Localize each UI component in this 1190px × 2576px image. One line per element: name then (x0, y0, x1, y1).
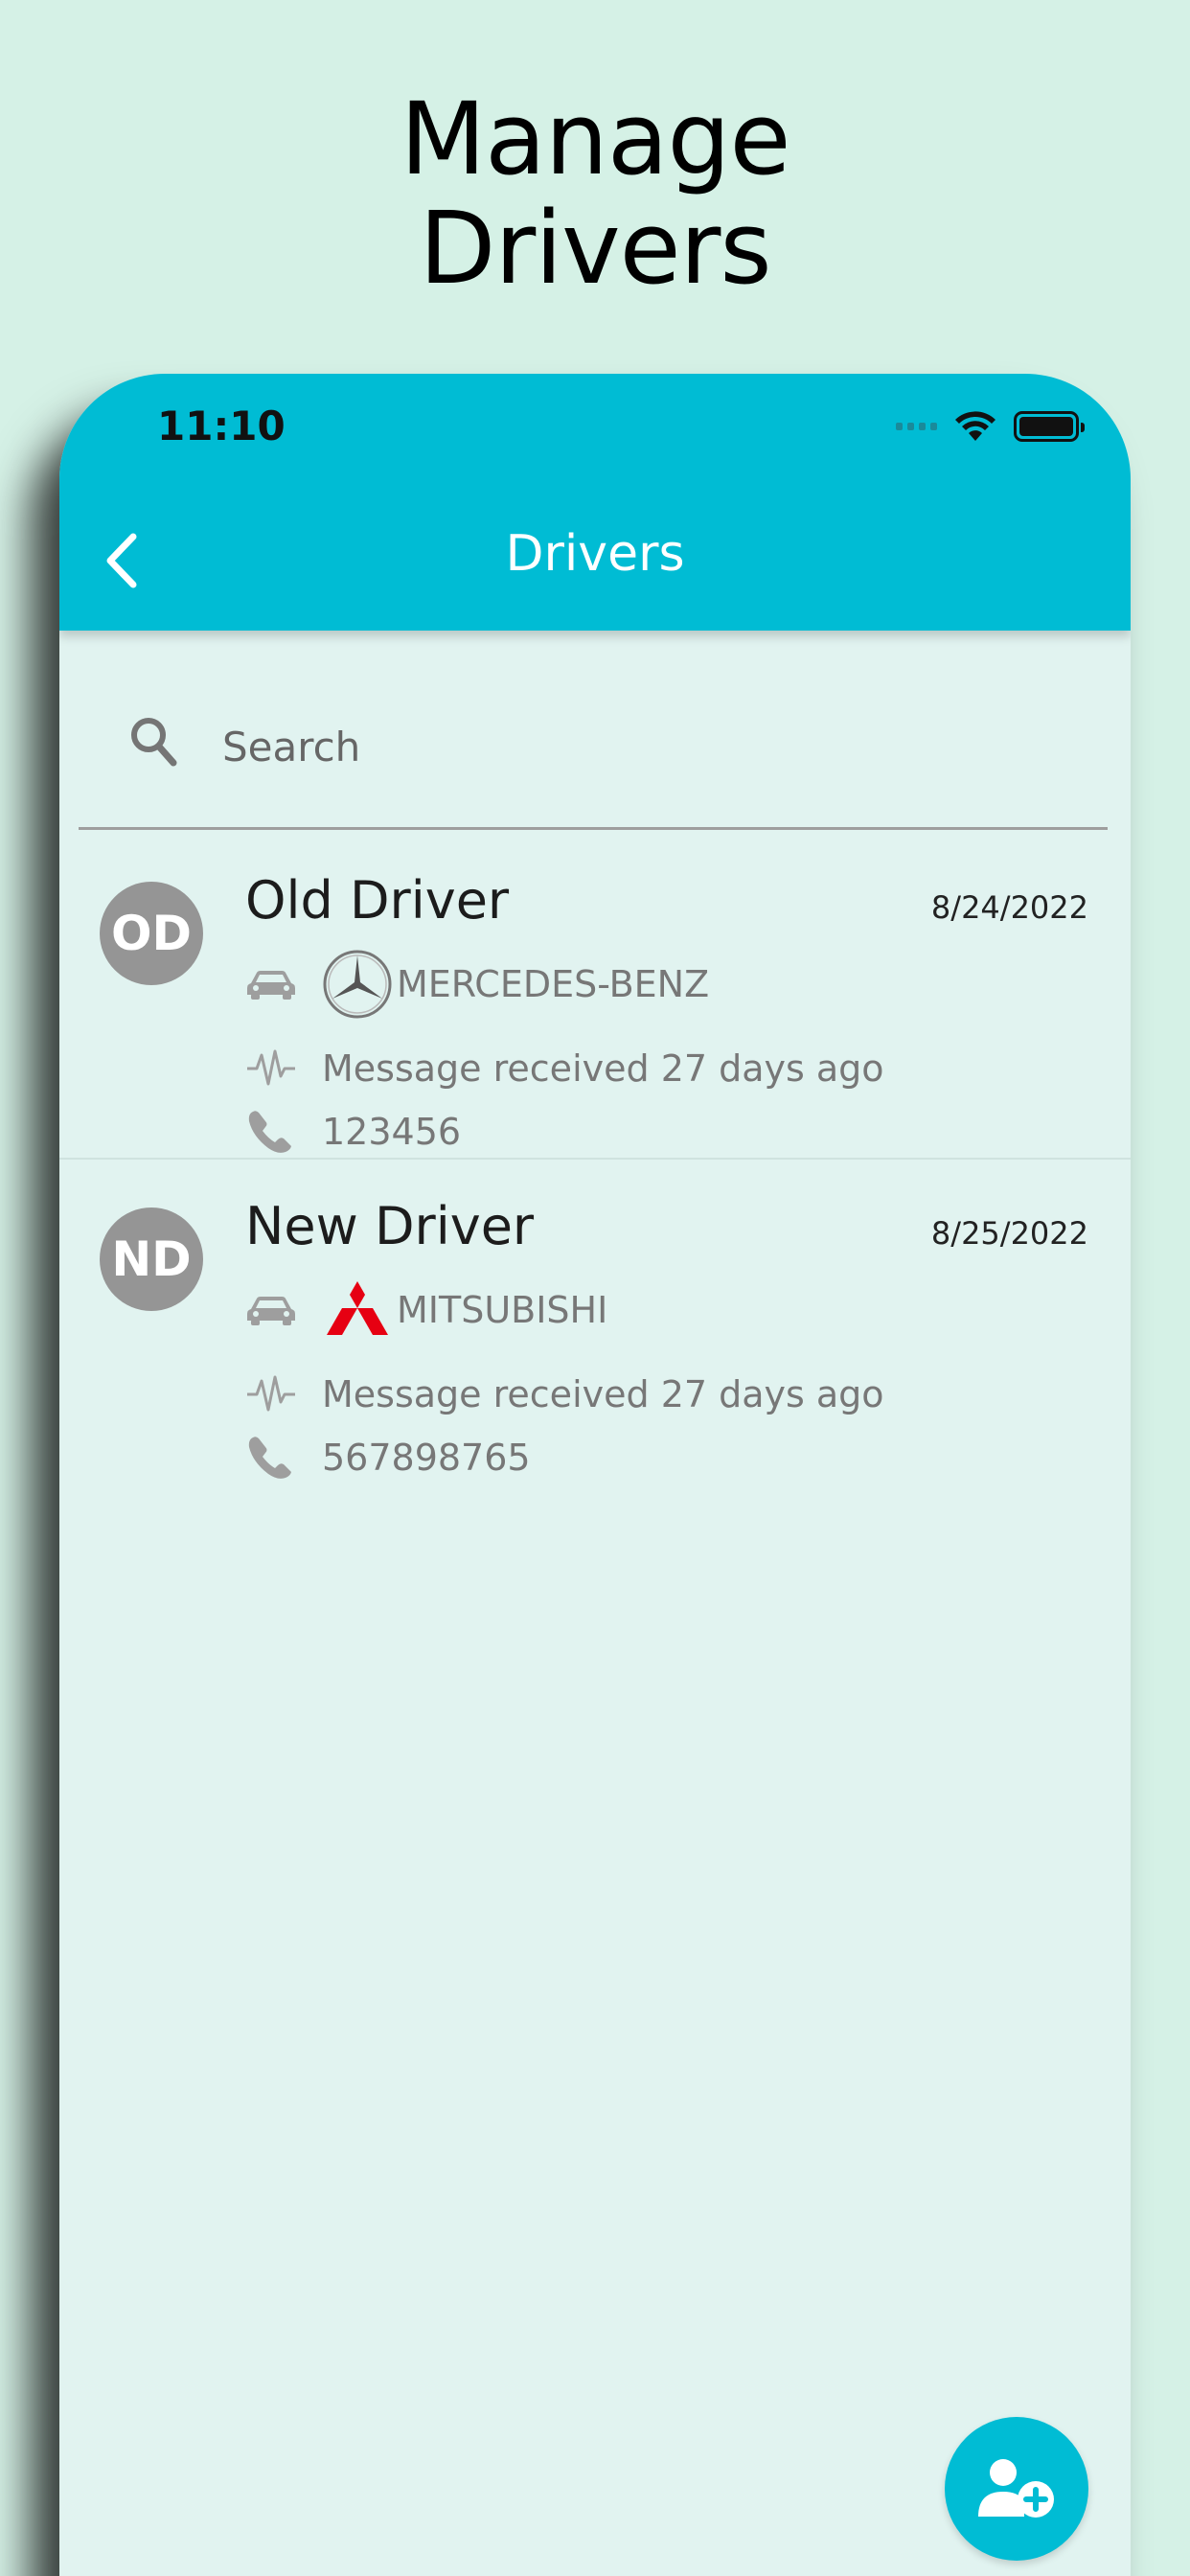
activity-pulse-icon (245, 1045, 301, 1092)
driver-list-item[interactable]: ND New Driver 8/25/2022 MITSUBISHI Messa… (59, 1160, 1131, 1485)
page-title: Drivers (505, 525, 685, 583)
promo-headline: Manage Drivers (0, 84, 1190, 303)
vehicle-brand: MITSUBISHI (397, 1289, 608, 1331)
avatar: OD (100, 882, 203, 985)
battery-icon (1014, 411, 1085, 442)
status-time: 11:10 (157, 402, 286, 449)
mercedes-benz-logo-icon (322, 949, 393, 1020)
phone-number: 567898765 (322, 1437, 531, 1479)
phone-icon (245, 1434, 301, 1482)
app-bar: 11:10 Drivers (59, 374, 1131, 631)
wifi-icon (955, 411, 995, 441)
mitsubishi-logo-icon (322, 1275, 393, 1346)
search-icon (131, 718, 177, 767)
last-message-text: Message received 27 days ago (322, 1373, 884, 1415)
vehicle-line: MERCEDES-BENZ (245, 949, 709, 1020)
phone-line: 123456 (245, 1108, 461, 1156)
driver-name: New Driver (245, 1196, 535, 1256)
phone-icon (245, 1108, 301, 1156)
message-line: Message received 27 days ago (245, 1045, 884, 1092)
vehicle-brand: MERCEDES-BENZ (397, 963, 710, 1005)
message-line: Message received 27 days ago (245, 1370, 884, 1418)
vehicle-line: MITSUBISHI (245, 1275, 607, 1346)
promo-headline-line1: Manage (400, 80, 790, 197)
avatar: ND (100, 1208, 203, 1311)
last-message-text: Message received 27 days ago (322, 1047, 884, 1090)
driver-name: Old Driver (245, 870, 510, 931)
status-icons (896, 410, 1085, 443)
driver-date: 8/25/2022 (930, 1215, 1088, 1252)
car-icon (245, 960, 301, 1008)
search-input[interactable] (222, 713, 1065, 780)
search-bar[interactable] (79, 667, 1108, 830)
promo-headline-line2: Drivers (419, 190, 771, 307)
activity-pulse-icon (245, 1370, 301, 1418)
phone-line: 567898765 (245, 1434, 531, 1482)
phone-number: 123456 (322, 1111, 462, 1153)
phone-screen: 11:10 Drivers O (59, 374, 1131, 2576)
driver-date: 8/24/2022 (930, 889, 1088, 926)
driver-list-item[interactable]: OD Old Driver 8/24/2022 MERCEDES-BENZ Me… (59, 834, 1131, 1160)
cellular-signal-icon (896, 423, 937, 430)
add-driver-button[interactable] (945, 2417, 1088, 2561)
car-icon (245, 1286, 301, 1334)
add-user-icon (978, 2459, 1054, 2518)
